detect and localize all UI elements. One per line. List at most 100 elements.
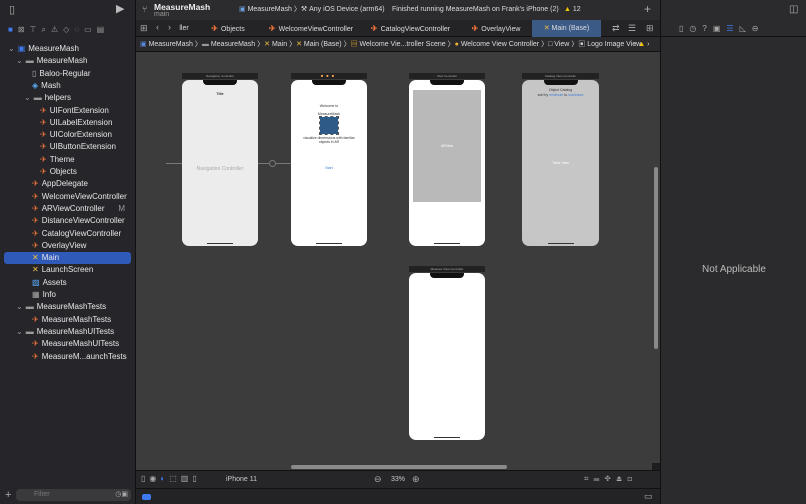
navigator-item[interactable]: ▨Assets	[4, 277, 131, 289]
warnings-badge[interactable]: ▲ 12	[564, 3, 581, 17]
navigator-item[interactable]: ✈MeasureMashUITests	[4, 338, 131, 350]
add-editor-icon[interactable]: ⊞	[646, 24, 654, 33]
layout-controls[interactable]: ⌗☰✥⏏⊡	[584, 474, 637, 484]
start-button[interactable]: Start	[291, 166, 367, 170]
zoom-in-icon[interactable]: ⊕	[412, 475, 420, 484]
segue-icon[interactable]	[269, 160, 276, 167]
update-frames-icon[interactable]: ⌗	[584, 474, 594, 483]
appearance-icon[interactable]: ◉	[149, 474, 160, 483]
identity-icon[interactable]: ▣	[713, 24, 727, 33]
navigator-item[interactable]: ⌄▣MeasureMash	[4, 43, 131, 55]
vertical-scrollbar[interactable]	[652, 52, 660, 463]
toggle-debug-area-icon[interactable]: ▭	[644, 492, 653, 501]
scheme-selector[interactable]: ▣ MeasureMash 〉⚒ Any iOS Device (arm64)	[239, 3, 385, 17]
resolve-icon[interactable]: ⏏	[616, 474, 627, 483]
jump-item[interactable]: Main	[272, 41, 287, 48]
navigator-item[interactable]: ✈DistanceViewController	[4, 215, 131, 227]
jump-item[interactable]: Welcome Vie...troller Scene	[360, 41, 446, 48]
navigator-item[interactable]: ▦Info	[4, 289, 131, 301]
tab-objects[interactable]: ✈Objects	[208, 20, 248, 37]
scene-title[interactable]: Measure View Controller	[409, 266, 485, 272]
sort-max-button[interactable]: maximum	[568, 93, 583, 97]
search-icon[interactable]: ⌕	[42, 25, 51, 34]
inspector-toggle-icon[interactable]: ◫	[789, 5, 798, 15]
run-button[interactable]: ▶	[116, 4, 124, 15]
canvas-controls[interactable]: ▯◉◐⬚▥▯	[141, 474, 201, 483]
disclosure-chevron-icon[interactable]: ⌄	[16, 327, 23, 336]
view-controller-scene[interactable]: ARView	[409, 80, 485, 246]
disclosure-chevron-icon[interactable]: ⌄	[16, 56, 23, 65]
navigator-item[interactable]: ⌄▬helpers	[4, 92, 131, 104]
filter-input[interactable]: Filter◷▣	[16, 489, 131, 501]
scene-title[interactable]: View Controller	[409, 73, 485, 79]
tab-catalog-view-controller[interactable]: ✈CatalogViewController	[368, 20, 453, 37]
welcome-view-controller-scene[interactable]: Welcome to MeasureMash visualize dimensi…	[291, 80, 367, 246]
sort-min-button[interactable]: minimum	[549, 93, 563, 97]
device-icon[interactable]: ▯	[192, 474, 200, 483]
ar-view[interactable]: ARView	[413, 90, 481, 202]
navigator-item[interactable]: ✈Theme	[4, 154, 131, 166]
navigator-item[interactable]: ✈ARViewControllerM	[4, 203, 131, 215]
navigation-controller-scene[interactable]: Title Navigation Controller	[182, 80, 258, 246]
zoom-out-icon[interactable]: ⊖	[374, 475, 382, 484]
size-icon[interactable]: ◺	[740, 24, 752, 33]
test-icon[interactable]: ◇	[63, 25, 74, 34]
forward-icon[interactable]: ›	[168, 23, 171, 32]
scene-title[interactable]: Catalog View Controller	[522, 73, 599, 79]
logo-image-view[interactable]	[320, 117, 338, 134]
editor-options-icon[interactable]: ☰	[628, 24, 636, 33]
disclosure-chevron-icon[interactable]: ⌄	[24, 93, 31, 102]
sidebar-toggle-icon[interactable]: ▯	[9, 5, 15, 16]
navigator-item[interactable]: ✈WelcomeViewController	[4, 191, 131, 203]
tab-main-base[interactable]: ✕ Main (Base)	[532, 20, 601, 37]
catalog-view-controller-scene[interactable]: Object Catalog sort by minimum to maximu…	[522, 80, 599, 246]
filter-options-icon[interactable]: ◷▣	[115, 489, 128, 501]
navigator-item[interactable]: ✈Objects	[4, 166, 131, 178]
breakpoints-icon[interactable]	[142, 494, 151, 500]
file-inspector-icon[interactable]: ▯	[679, 24, 689, 33]
navigator-item[interactable]: ✕Main	[4, 252, 131, 264]
device-name[interactable]: iPhone 11	[226, 476, 257, 483]
jump-item[interactable]: MeasureMash	[149, 41, 193, 48]
help-icon[interactable]: ?	[702, 24, 712, 33]
scene-dock[interactable]: ■■■	[291, 73, 367, 79]
navigator-item[interactable]: ✈UIColorExtension	[4, 129, 131, 141]
back-icon[interactable]: ‹	[156, 23, 159, 32]
align-icon[interactable]: ☰	[594, 474, 605, 483]
add-icon[interactable]: +	[644, 3, 651, 15]
tab-welcome-view-controller[interactable]: ✈WelcomeViewController	[266, 20, 356, 37]
embed-icon[interactable]: ⊡	[627, 474, 637, 483]
symbol-icon[interactable]: ⊤	[30, 25, 42, 34]
storyboard-canvas[interactable]: Navigation Controller Title Navigation C…	[136, 52, 652, 463]
navigator-item[interactable]: ◈Mash	[4, 80, 131, 92]
disclosure-chevron-icon[interactable]: ⌄	[16, 302, 23, 311]
tab-truncated[interactable]: ller	[176, 20, 192, 37]
measure-view-controller-scene[interactable]	[409, 273, 485, 440]
tab-overlay-view[interactable]: ✈OverlayView	[466, 20, 526, 37]
issue-navigator[interactable]: ‹ ▲ ›	[634, 37, 650, 52]
jump-item[interactable]: Welcome View Controller	[461, 41, 539, 48]
breakpoint-icon[interactable]: ▭	[84, 25, 97, 34]
navigator-item[interactable]: ⌄▬MeasureMashUITests	[4, 326, 131, 338]
folder-icon[interactable]: ■	[8, 25, 18, 34]
scheme-name[interactable]: MeasureMash	[248, 6, 292, 13]
history-icon[interactable]: ◷	[689, 24, 702, 33]
add-icon[interactable]: +	[5, 490, 11, 500]
navigator-tabs[interactable]: ■⊠⊤⌕⚠◇◌▭▤	[8, 25, 109, 35]
navigator-item[interactable]: ▯Baloo-Regular	[4, 68, 131, 80]
source-control-icon[interactable]: ⊠	[18, 25, 30, 34]
navigator-item[interactable]: ✈MeasureM...aunchTests	[4, 351, 131, 363]
orientation-icon[interactable]: ⬚	[169, 474, 181, 483]
navigator-item[interactable]: ⌄▬MeasureMash	[4, 55, 131, 67]
inspector-tabs[interactable]: ▯◷?▣☰◺⊖	[661, 20, 806, 37]
jump-item[interactable]: View	[554, 41, 569, 48]
pin-icon[interactable]: ✥	[605, 474, 616, 483]
navigator-item[interactable]: ⌄▬MeasureMashTests	[4, 301, 131, 313]
attributes-icon[interactable]: ☰	[726, 24, 739, 33]
zoom-level[interactable]: 33%	[391, 476, 405, 483]
debug-icon[interactable]: ◌	[74, 25, 84, 34]
related-items-icon[interactable]: ⇄	[612, 24, 620, 33]
report-icon[interactable]: ▤	[97, 25, 110, 34]
connections-icon[interactable]: ⊖	[752, 24, 765, 33]
disclosure-chevron-icon[interactable]: ⌄	[8, 44, 15, 53]
